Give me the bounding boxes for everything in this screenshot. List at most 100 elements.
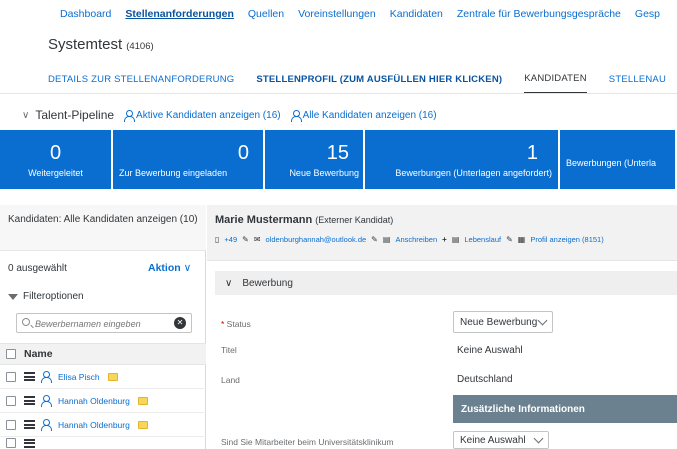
row-checkbox[interactable] [6,419,16,430]
candidate-list-header: Kandidaten: Alle Kandidaten anzeigen (10… [0,205,206,251]
candidate-search: ✕ [16,313,192,333]
filter-options-button[interactable]: Filteroptionen [8,291,84,302]
section-title: Bewerbung [242,277,293,289]
tile-label: Zur Bewerbung eingeladen [119,167,228,178]
row-checkbox[interactable] [6,395,16,406]
tile-unterlagen[interactable]: Bewerbungen (Unterla [560,130,677,189]
tile-count: 0 [49,141,62,164]
nav-zentrale-bewerbungsgespraeche[interactable]: Zentrale für Bewerbungsgespräche [457,8,621,20]
edit-icon[interactable]: ✎ [371,235,378,244]
nav-voreinstellungen[interactable]: Voreinstellungen [298,8,376,20]
active-candidates-label: Aktive Kandidaten anzeigen (16) [136,109,281,121]
action-menu-button[interactable]: Aktion ∨ [148,262,191,274]
filter-icon [8,293,18,300]
candidate-list-panel: Kandidaten: Alle Kandidaten anzeigen (10… [0,205,206,449]
phone-icon: ▯ [215,235,220,244]
status-label-text: Status [226,319,251,329]
tile-label: Bewerbungen (Unterla [566,158,657,168]
add-icon[interactable]: + [442,235,447,244]
tile-label: Neue Bewerbung [289,167,359,178]
chevron-down-icon [537,315,548,325]
candidate-name-link[interactable]: Hannah Oldenburg [58,420,130,430]
candidate-detail-panel: Marie Mustermann (Externer Kandidat) ▯ +… [207,205,677,449]
tile-count: 0 [237,141,249,164]
tab-details[interactable]: DETAILS ZUR STELLENANFORDERUNG [48,66,234,93]
section-bewerbung[interactable]: ∨ Bewerbung [215,271,677,295]
person-icon [41,419,52,431]
attachment-icon [137,420,148,429]
row-checkbox[interactable] [6,438,16,448]
all-candidates-link[interactable]: Alle Kandidaten anzeigen (16) [290,109,437,122]
search-icon [22,318,30,326]
document-icon: ▤ [382,235,391,244]
nav-quellen[interactable]: Quellen [248,8,284,20]
talent-pipeline-header: ∨ Talent-Pipeline Aktive Kandidaten anze… [22,108,437,122]
attachment-icon [137,396,148,405]
mitarbeiter-select-value: Keine Auswahl [460,434,526,446]
email-icon: ✉ [253,235,261,244]
nav-stellenanforderungen[interactable]: Stellenanforderungen [125,8,234,20]
top-navigation: Dashboard Stellenanforderungen Quellen V… [0,0,677,28]
land-label: Land [221,375,240,385]
tile-weitergeleitet[interactable]: 0 Weitergeleitet [0,130,113,189]
tile-count: 15 [326,141,349,164]
candidate-search-input[interactable] [35,316,175,331]
edit-icon[interactable]: ✎ [506,235,513,244]
tile-neue-bewerbung[interactable]: 15 Neue Bewerbung [265,130,365,189]
filter-options-label: Filteroptionen [23,291,84,302]
list-item[interactable] [0,437,206,449]
nav-dashboard[interactable]: Dashboard [60,8,111,20]
action-menu-label: Aktion [148,262,181,274]
lebenslauf-link[interactable]: Lebenslauf [464,235,501,244]
pipeline-tiles: 0 Weitergeleitet 0 Zur Bewerbung eingela… [0,130,677,189]
chevron-down-icon: ∨ [183,262,192,274]
mitarbeiter-label: Sind Sie Mitarbeiter beim Universitätskl… [221,437,394,447]
chevron-down-icon: ∨ [225,277,233,289]
talent-pipeline-title: Talent-Pipeline [35,108,115,122]
drag-handle-icon[interactable] [24,438,35,448]
drag-handle-icon[interactable] [24,396,35,405]
tile-label: Bewerbungen (Unterlagen angefordert) [395,167,552,178]
candidate-name-link[interactable]: Hannah Oldenburg [58,396,130,406]
chevron-down-icon[interactable]: ∨ [22,110,29,121]
drag-handle-icon[interactable] [24,420,35,429]
tile-eingeladen[interactable]: 0 Zur Bewerbung eingeladen [113,130,265,189]
profile-icon: ▦ [517,235,526,244]
candidate-type: (Externer Kandidat) [315,215,394,225]
mitarbeiter-select[interactable]: Keine Auswahl [453,431,549,449]
candidate-detail-header: Marie Mustermann (Externer Kandidat) ▯ +… [207,205,677,261]
anschreiben-link[interactable]: Anschreiben [395,235,437,244]
tab-stellenprofil[interactable]: STELLENPROFIL (ZUM AUSFÜLLEN HIER KLICKE… [256,66,502,93]
name-column-header: Name [0,343,206,365]
clear-icon[interactable]: ✕ [174,317,186,329]
titel-value: Keine Auswahl [457,345,523,356]
select-all-checkbox[interactable] [6,349,16,359]
person-icon [290,109,302,122]
profile-link[interactable]: Profil anzeigen (8151) [530,235,603,244]
land-value: Deutschland [457,374,513,385]
edit-icon[interactable]: ✎ [242,235,249,244]
email-link[interactable]: oldenburghannah@outlook.de [266,235,367,244]
person-icon [41,371,52,383]
list-item[interactable]: Hannah Oldenburg [0,389,206,413]
all-candidates-label: Alle Kandidaten anzeigen (16) [302,109,437,121]
row-checkbox[interactable] [6,371,16,382]
active-candidates-link[interactable]: Aktive Kandidaten anzeigen (16) [124,109,281,122]
chevron-down-icon [533,433,544,443]
nav-kandidaten[interactable]: Kandidaten [390,8,443,20]
person-icon [41,395,52,407]
candidate-name-text: Marie Mustermann [215,214,313,226]
candidate-name-link[interactable]: Elisa Pisch [58,372,100,382]
list-item[interactable]: Elisa Pisch [0,365,206,389]
tile-label: Weitergeleitet [28,167,83,178]
tile-unterlagen-angefordert[interactable]: 1 Bewerbungen (Unterlagen angefordert) [365,130,560,189]
drag-handle-icon[interactable] [24,372,35,381]
person-icon [124,109,136,122]
zusatz-info-header: Zusätzliche Informationen [453,395,677,423]
nav-gesp[interactable]: Gesp [635,8,660,20]
phone-number[interactable]: +49 [224,235,237,244]
status-select[interactable]: Neue Bewerbung [453,311,553,333]
list-item[interactable]: Hannah Oldenburg [0,413,206,437]
tab-kandidaten[interactable]: KANDIDATEN [524,66,587,93]
tab-stellenau[interactable]: STELLENAU [609,66,666,93]
